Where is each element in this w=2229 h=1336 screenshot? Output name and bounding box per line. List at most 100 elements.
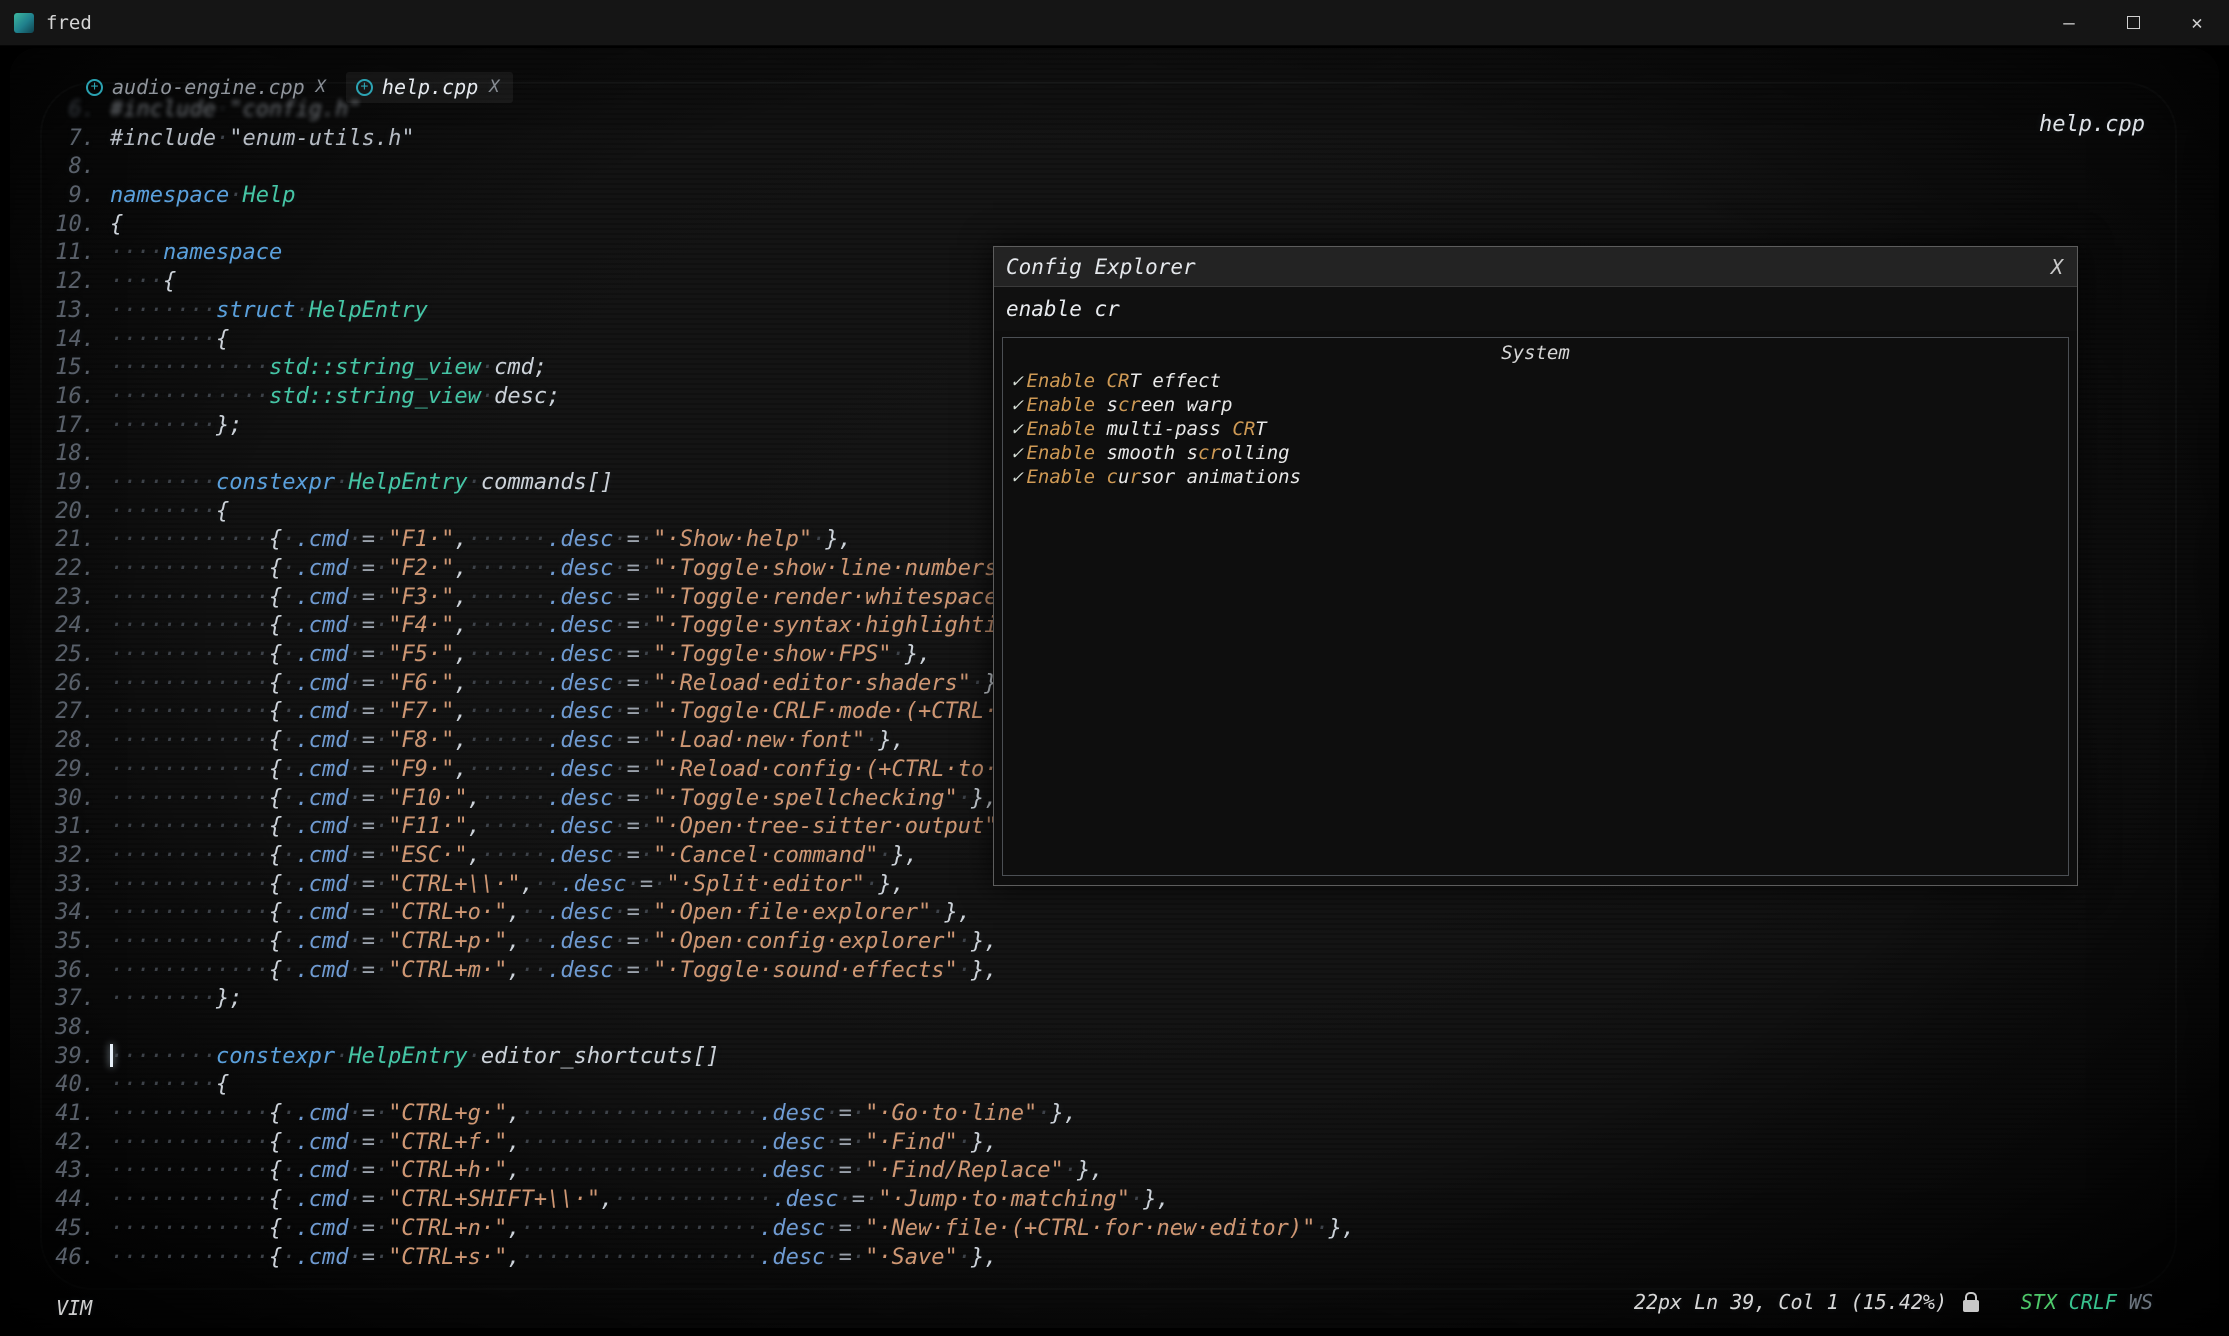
code-token: ·	[375, 642, 388, 667]
code-token: =	[627, 900, 640, 925]
config-option[interactable]: ✓Enable multi-pass CRT	[1011, 417, 2068, 441]
option-label-part: CR	[1107, 370, 1130, 392]
config-option[interactable]: ✓Enable screen warp	[1011, 393, 2068, 417]
code-token: ·	[282, 1101, 295, 1126]
code-line-content: ············std::string_view·desc;	[110, 383, 560, 412]
code-token: .desc	[547, 585, 613, 610]
code-token: "F6·"	[388, 671, 454, 696]
code-token: ,	[600, 1187, 613, 1212]
code-token: .cmd	[295, 699, 348, 724]
tab-help.cpp[interactable]: help.cppX	[346, 72, 514, 103]
code-line-content: ············{·.cmd·=·"F11·",·····.desc·=…	[110, 813, 1037, 842]
code-token: ·	[613, 843, 626, 868]
checkbox-checked-icon[interactable]: ✓	[1011, 466, 1022, 488]
tab-close-icon[interactable]: X	[489, 77, 499, 97]
code-line[interactable]: 8.	[36, 153, 2219, 182]
code-token: "·Toggle·show·line·numbers"	[653, 556, 1011, 581]
code-line[interactable]: 42.············{·.cmd·=·"CTRL+f·",······…	[36, 1129, 2219, 1158]
code-token: .cmd	[295, 556, 348, 581]
code-token: ········	[110, 1044, 216, 1069]
code-line[interactable]: 39.········constexpr·HelpEntry·editor_sh…	[36, 1043, 2219, 1072]
tab-audio-engine.cpp[interactable]: audio-engine.cppX	[76, 72, 340, 103]
config-option[interactable]: ✓Enable cursor animations	[1011, 465, 2068, 489]
code-line[interactable]: 9.namespace·Help	[36, 182, 2219, 211]
code-line[interactable]: 35.············{·.cmd·=·"CTRL+p·",··.des…	[36, 928, 2219, 957]
code-token: =	[362, 642, 375, 667]
code-token: {	[163, 269, 176, 294]
line-number: 38.	[36, 1014, 110, 1043]
code-line[interactable]: 36.············{·.cmd·=·"CTRL+m·",··.des…	[36, 957, 2219, 986]
line-number: 18.	[36, 440, 110, 469]
code-token: =	[640, 872, 653, 897]
code-token: ·	[878, 843, 891, 868]
config-option[interactable]: ✓Enable CRT effect	[1011, 369, 2068, 393]
code-token: ·	[229, 183, 242, 208]
code-token: ·	[468, 1044, 481, 1069]
code-token: ··	[521, 929, 548, 954]
option-label-part: Enable	[1026, 394, 1095, 416]
maximize-button[interactable]	[2101, 0, 2165, 45]
code-token: "CTRL+m·"	[388, 958, 507, 983]
code-token: ·	[348, 814, 361, 839]
code-line[interactable]: 10.{	[36, 211, 2219, 240]
code-token: ,	[454, 556, 467, 581]
code-line[interactable]: 43.············{·.cmd·=·"CTRL+h·",······…	[36, 1157, 2219, 1186]
close-button[interactable]: ✕	[2165, 0, 2229, 45]
code-token: .cmd	[295, 585, 348, 610]
code-token: =	[362, 958, 375, 983]
code-line[interactable]: 45.············{·.cmd·=·"CTRL+n·",······…	[36, 1215, 2219, 1244]
code-token: ·	[375, 1187, 388, 1212]
code-token: =	[627, 527, 640, 552]
option-label-part: r	[1129, 466, 1140, 488]
window-controls: – ✕	[2037, 0, 2229, 45]
code-token: ·	[348, 1158, 361, 1183]
line-number: 10.	[36, 211, 110, 240]
config-explorer-close-button[interactable]: X	[2051, 255, 2063, 279]
code-token: ·	[282, 585, 295, 610]
config-search-input[interactable]: enable cr	[994, 287, 2077, 331]
code-token: ·	[640, 585, 653, 610]
code-token: "CTRL+s·"	[388, 1245, 507, 1270]
code-token: ·	[613, 527, 626, 552]
tab-close-icon[interactable]: X	[316, 77, 326, 97]
code-token: ·	[348, 1245, 361, 1270]
code-line[interactable]: 44.············{·.cmd·=·"CTRL+SHIFT+\\·"…	[36, 1186, 2219, 1215]
line-number: 22.	[36, 555, 110, 584]
code-token: {	[269, 843, 282, 868]
active-filename-label: help.cpp	[2039, 112, 2145, 137]
code-line[interactable]: 7.#include·"enum-utils.h"	[36, 125, 2219, 154]
code-token: =	[627, 699, 640, 724]
config-option[interactable]: ✓Enable smooth scrolling	[1011, 441, 2068, 465]
code-token: ····	[110, 240, 163, 265]
code-token: ······	[468, 613, 547, 638]
code-line[interactable]: 40.········{	[36, 1071, 2219, 1100]
code-token: {	[269, 929, 282, 954]
code-token: },	[1077, 1158, 1104, 1183]
checkbox-checked-icon[interactable]: ✓	[1011, 370, 1022, 392]
code-line[interactable]: 46.············{·.cmd·=·"CTRL+s·",······…	[36, 1244, 2219, 1273]
code-token: ·	[375, 958, 388, 983]
code-token: ·	[348, 786, 361, 811]
code-token: ············	[110, 671, 269, 696]
code-token: =	[362, 1187, 375, 1212]
code-line[interactable]: 38.	[36, 1014, 2219, 1043]
code-token: {	[110, 212, 123, 237]
code-token: ·	[375, 757, 388, 782]
code-token: ·	[613, 814, 626, 839]
checkbox-checked-icon[interactable]: ✓	[1011, 394, 1022, 416]
checkbox-checked-icon[interactable]: ✓	[1011, 442, 1022, 464]
code-token: ·	[282, 699, 295, 724]
code-line[interactable]: 37.········};	[36, 985, 2219, 1014]
code-token: ·	[282, 958, 295, 983]
code-token: .desc	[759, 1245, 825, 1270]
code-line-content: #include·"enum-utils.h"	[110, 125, 415, 154]
code-line[interactable]: 34.············{·.cmd·=·"CTRL+o·",··.des…	[36, 899, 2219, 928]
code-token: ·	[613, 929, 626, 954]
code-line[interactable]: 41.············{·.cmd·=·"CTRL+g·",······…	[36, 1100, 2219, 1129]
checkbox-checked-icon[interactable]: ✓	[1011, 418, 1022, 440]
code-token: "·Reload·editor·shaders"	[653, 671, 971, 696]
code-line-content: ············std::string_view·cmd;	[110, 354, 547, 383]
code-token: "CTRL+o·"	[388, 900, 507, 925]
minimize-button[interactable]: –	[2037, 0, 2101, 45]
code-token: ·	[613, 556, 626, 581]
